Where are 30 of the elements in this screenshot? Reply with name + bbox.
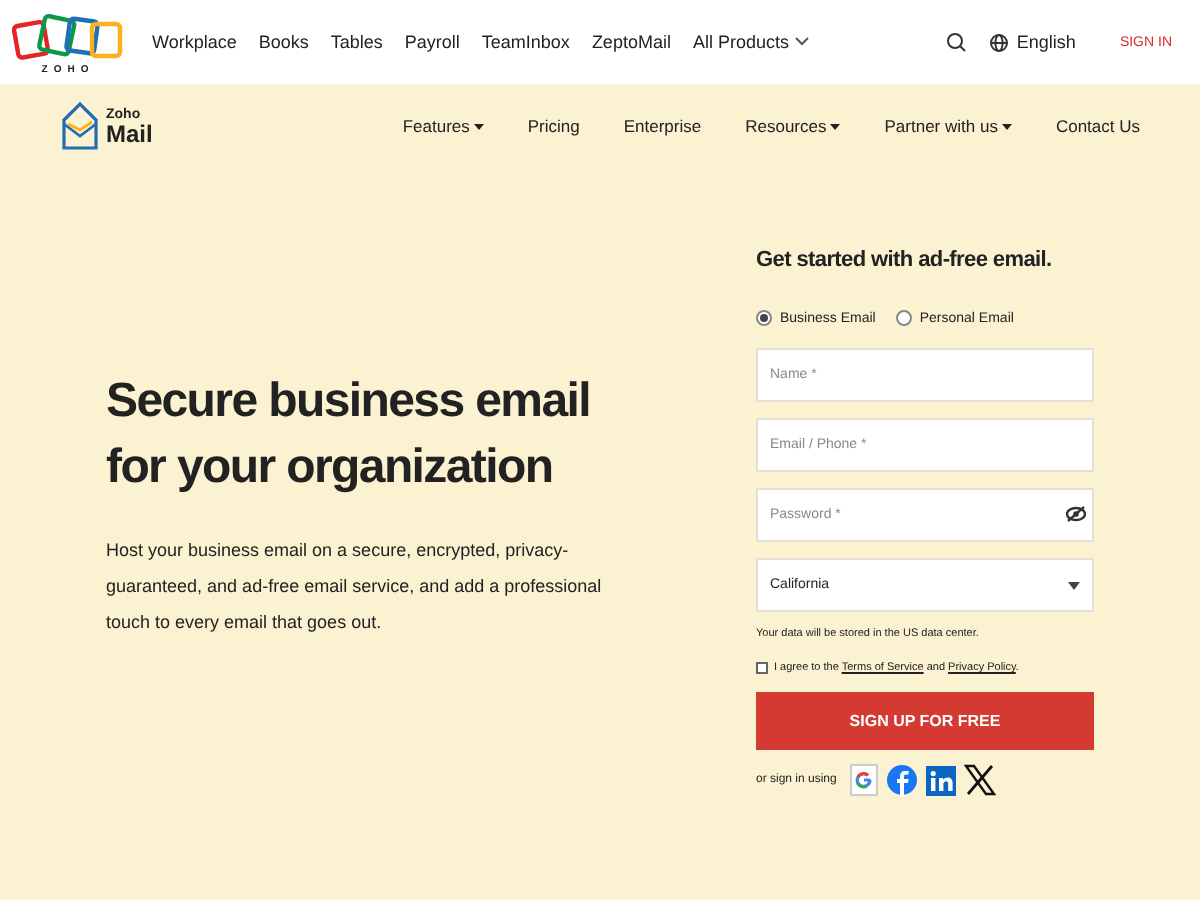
nav-link[interactable]: Tables bbox=[330, 32, 383, 52]
facebook-icon[interactable] bbox=[886, 764, 919, 796]
brand-name: Mail bbox=[106, 121, 153, 145]
nav-link[interactable]: TeamInbox bbox=[481, 32, 570, 52]
x-logo-icon[interactable] bbox=[964, 764, 997, 796]
hero-description: Host your business email on a secure, encrypted, privacy-guaranteed, and ad-free email service, and add a professional touch to every email that goes out. bbox=[106, 538, 604, 636]
signup-button[interactable]: SIGN UP FOR FREE bbox=[756, 692, 1094, 750]
eye-slash-icon[interactable] bbox=[1066, 506, 1086, 522]
nav-link[interactable]: Enterprise bbox=[623, 116, 702, 136]
nav-link[interactable]: Features bbox=[402, 116, 484, 136]
search-icon[interactable] bbox=[946, 32, 967, 52]
nav-link[interactable]: Resources bbox=[745, 116, 841, 136]
zoho-logo-icon bbox=[12, 9, 124, 65]
language-selector[interactable]: English bbox=[990, 32, 1076, 52]
linkedin-icon[interactable] bbox=[926, 765, 957, 795]
form-title: Get started with ad-free email. bbox=[756, 248, 1054, 272]
nav-link[interactable]: Books bbox=[258, 32, 309, 52]
nav-link[interactable]: Contact Us bbox=[1055, 116, 1140, 136]
nav-link[interactable]: All Products bbox=[692, 32, 811, 52]
hero-heading: Secure business email for your organization bbox=[106, 372, 592, 498]
globe-icon bbox=[990, 33, 1009, 51]
caret-icon bbox=[1068, 581, 1080, 589]
nav-link[interactable]: Payroll bbox=[404, 32, 460, 52]
nav-link[interactable]: Workplace bbox=[152, 32, 237, 52]
checkbox[interactable] bbox=[756, 662, 768, 674]
nav-link[interactable]: ZeptoMail bbox=[591, 32, 671, 52]
nav-link[interactable]: Partner with us bbox=[884, 116, 1012, 136]
nav-link[interactable]: Pricing bbox=[527, 116, 580, 136]
envelope-icon bbox=[60, 100, 100, 152]
google-icon[interactable] bbox=[850, 764, 879, 796]
